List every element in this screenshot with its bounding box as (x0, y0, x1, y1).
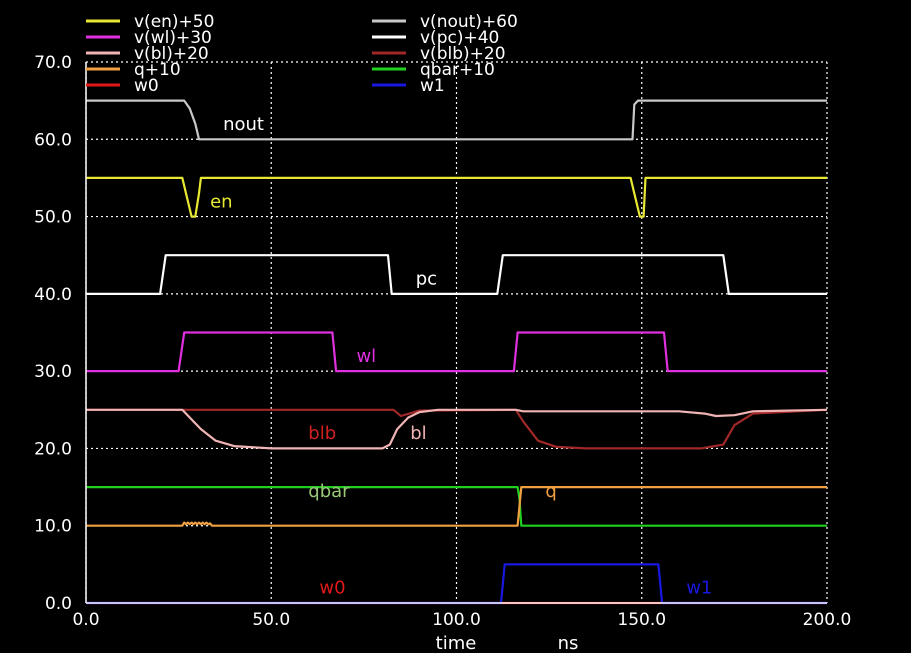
y-tick-label: 0.0 (45, 594, 72, 614)
signal-label-blb: blb (308, 423, 336, 444)
transient-plot: 0.0 50.0 100.0 150.0 200.0 0.0 10.0 20.0 30.0 40.… (0, 0, 911, 653)
x-axis-unit: ns (558, 633, 579, 653)
legend-entry: w1 (420, 76, 445, 96)
y-tick-label: 20.0 (34, 439, 72, 459)
y-tick-label: 40.0 (34, 285, 72, 305)
y-tick-label: 30.0 (34, 362, 72, 382)
signal-label-q: q (545, 481, 556, 502)
y-tick-label: 60.0 (34, 130, 72, 150)
y-tick-label: 10.0 (34, 517, 72, 537)
legend-entry: w0 (134, 76, 159, 96)
signal-label-bl: bl (410, 423, 426, 444)
x-tick-label: 100.0 (432, 610, 481, 630)
x-tick-label: 50.0 (252, 610, 290, 630)
y-tick-label: 70.0 (34, 53, 72, 73)
signal-label-nout: nout (223, 114, 264, 135)
signal-label-wl: wl (356, 346, 376, 367)
plot-background (0, 0, 911, 653)
signal-label-pc: pc (416, 269, 437, 290)
x-tick-label: 200.0 (803, 610, 852, 630)
signal-label-qbar: qbar (308, 481, 350, 502)
signal-label-en: en (210, 191, 232, 212)
signal-label-w0: w0 (319, 578, 345, 599)
x-tick-label: 0.0 (72, 610, 99, 630)
x-axis-label: time (436, 633, 477, 653)
signal-label-w1: w1 (686, 578, 712, 599)
y-tick-label: 50.0 (34, 208, 72, 228)
x-tick-label: 150.0 (617, 610, 666, 630)
